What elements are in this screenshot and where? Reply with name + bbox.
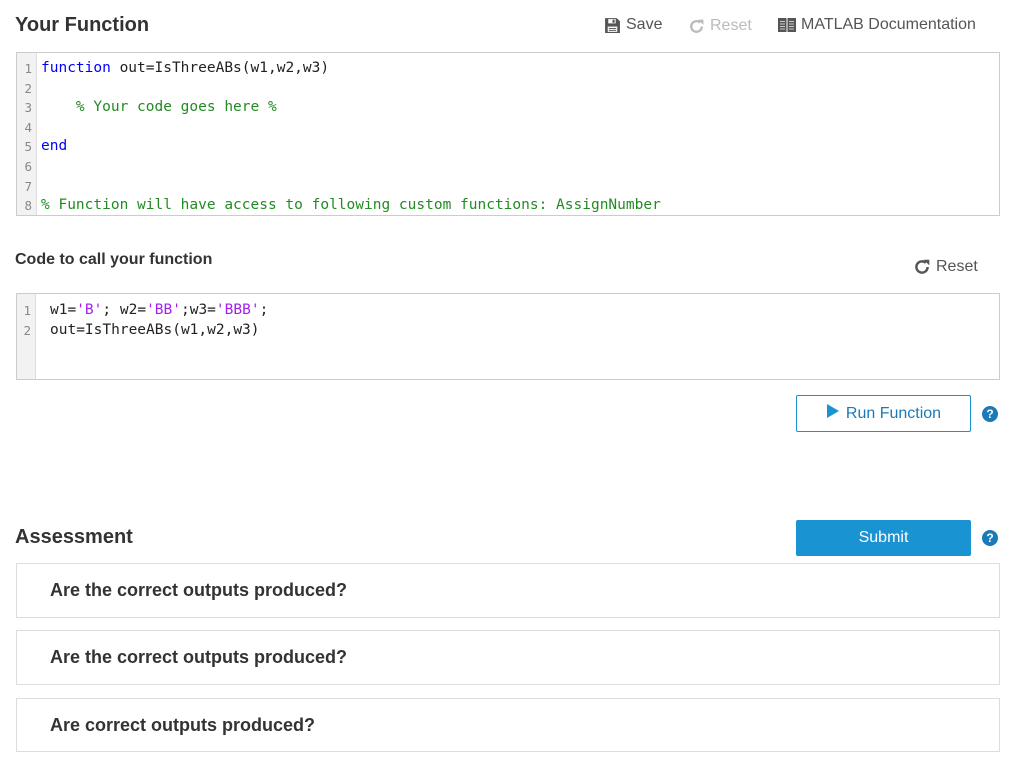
code-comment: % Function will have access to following… xyxy=(41,197,661,214)
line-number: 8 xyxy=(24,198,32,214)
assessment-item-label: Are the correct outputs produced? xyxy=(50,580,348,600)
assessment-item[interactable]: Are correct outputs produced? xyxy=(16,698,1000,752)
run-help-icon[interactable]: ? xyxy=(982,406,998,422)
code-line[interactable]: end xyxy=(41,137,999,157)
assessment-item[interactable]: Are the correct outputs produced? xyxy=(16,630,1000,685)
code-keyword: end xyxy=(41,138,68,155)
reset-call-button[interactable]: Reset xyxy=(913,258,978,276)
submit-button[interactable]: Submit xyxy=(796,520,971,556)
code-line[interactable]: % Your code goes here % xyxy=(41,98,999,118)
code-text: out=IsThreeABs(w1,w2,w3) xyxy=(110,60,330,76)
reset-icon xyxy=(688,18,705,35)
assessment-item-label: Are correct outputs produced? xyxy=(50,714,316,735)
code-text: out=IsThreeABs(w1,w2,w3) xyxy=(50,321,260,338)
docs-label: MATLAB Documentation xyxy=(801,16,976,33)
run-function-button[interactable]: Run Function xyxy=(796,395,971,432)
function-code[interactable]: function out=IsThreeABs(w1,w2,w3) % Your… xyxy=(37,53,999,215)
code-keyword: function xyxy=(41,60,111,76)
save-button[interactable]: Save xyxy=(604,16,662,34)
code-line[interactable]: % Function will have access to following… xyxy=(41,196,999,215)
code-string: 'BB' xyxy=(146,302,181,318)
code-line[interactable]: w1='B'; w2='BB';w3='BBB'; xyxy=(50,301,999,321)
code-line[interactable]: function out=IsThreeABs(w1,w2,w3) xyxy=(41,59,999,79)
line-number: 1 xyxy=(24,61,32,76)
code-text: w1= xyxy=(50,302,77,318)
call-code[interactable]: w1='B'; w2='BB';w3='BBB'; out=IsThreeABs(… xyxy=(36,294,999,379)
line-number: 2 xyxy=(23,322,31,338)
call-code-editor[interactable]: 12 w1='B'; w2='BB';w3='BBB'; out=IsThreeA… xyxy=(16,293,1000,380)
save-icon xyxy=(604,17,621,34)
assessment-item-label: Are the correct outputs produced? xyxy=(50,647,348,667)
line-number: 4 xyxy=(24,119,32,135)
line-number: 1 xyxy=(23,303,31,318)
line-number: 3 xyxy=(24,100,32,116)
book-icon xyxy=(778,17,796,33)
reset-label: Reset xyxy=(936,258,978,275)
code-comment: % Your code goes here % xyxy=(41,99,277,116)
code-string: 'BBB' xyxy=(215,302,260,318)
save-label: Save xyxy=(626,16,663,33)
line-number: 7 xyxy=(24,178,32,194)
line-number: 2 xyxy=(24,80,32,96)
code-text: ; w2= xyxy=(102,302,147,318)
code-text: ;w3= xyxy=(180,302,216,318)
line-number-gutter: 12 xyxy=(17,294,36,379)
line-number: 5 xyxy=(24,139,32,155)
function-code-editor[interactable]: 1 2 3 4 5 6 7 8 function out=IsThreeABs(w1,w2,w… xyxy=(16,52,1000,216)
line-number-gutter: 1 2 3 4 5 6 7 8 xyxy=(17,53,37,215)
code-text: ; xyxy=(259,302,269,318)
reset-icon xyxy=(913,258,931,276)
code-line[interactable] xyxy=(41,79,999,99)
assessment-item[interactable]: Are the correct outputs produced? xyxy=(16,563,1000,618)
code-line[interactable] xyxy=(41,177,999,197)
line-number: 6 xyxy=(24,158,32,174)
assessment-title: Assessment xyxy=(15,526,133,548)
run-function-label: Run Function xyxy=(845,404,942,422)
your-function-title: Your Function xyxy=(15,14,150,36)
call-code-title: Code to call your function xyxy=(15,251,213,268)
code-line[interactable] xyxy=(41,118,999,138)
matlab-documentation-link[interactable]: MATLAB Documentation xyxy=(778,16,976,34)
code-line[interactable]: out=IsThreeABs(w1,w2,w3) xyxy=(50,321,999,341)
reset-function-button[interactable]: Reset xyxy=(688,17,752,35)
reset-label: Reset xyxy=(710,17,752,34)
code-line[interactable] xyxy=(41,157,999,177)
code-string: 'B' xyxy=(76,302,103,318)
play-icon xyxy=(826,403,840,424)
submit-help-icon[interactable]: ? xyxy=(982,530,998,546)
